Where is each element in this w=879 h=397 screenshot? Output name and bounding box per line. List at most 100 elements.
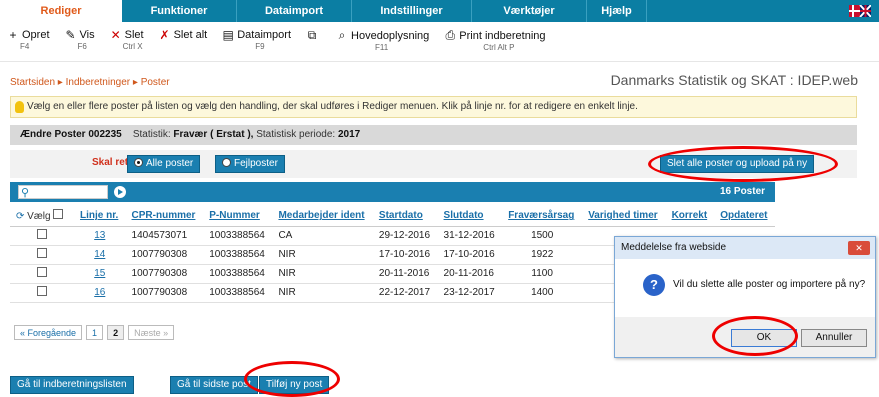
row-checkbox[interactable] bbox=[37, 248, 47, 258]
dialog-message: Vil du slette alle poster og importere p… bbox=[673, 279, 866, 290]
cell-aarsag: 1100 bbox=[502, 264, 583, 284]
cell-pnummer: 1003388564 bbox=[203, 245, 273, 265]
lightbulb-icon bbox=[15, 101, 24, 113]
radio-selected-icon bbox=[134, 158, 143, 167]
cell-medarbejder: NIR bbox=[272, 264, 373, 284]
cell-cpr: 1007790308 bbox=[125, 264, 204, 284]
cell-medarbejder: NIR bbox=[272, 245, 373, 265]
col-linje[interactable]: Linje nr. bbox=[74, 206, 126, 227]
cell-startdato: 17-10-2016 bbox=[372, 245, 438, 265]
col-slutdato[interactable]: Slutdato bbox=[437, 206, 503, 227]
cell-slutdato: 20-11-2016 bbox=[437, 264, 503, 284]
col-varighed[interactable]: Varighed timer bbox=[582, 206, 666, 227]
filter-errors-button[interactable]: Fejlposter bbox=[215, 155, 285, 173]
cell-aarsag: 1922 bbox=[502, 245, 583, 265]
printer-icon: ⎙ bbox=[445, 28, 456, 42]
crumb-poster[interactable]: Poster bbox=[141, 77, 170, 88]
tab-hjaelp[interactable]: Hjælp bbox=[587, 0, 647, 22]
toolbar: + Opret F4 ✎ Vis F6 ✕ Slet Ctrl X ✗ Slet alt ▤ D… bbox=[0, 22, 879, 62]
highlight-ring-add bbox=[244, 361, 340, 397]
crumb-startsiden[interactable]: Startsiden bbox=[10, 77, 55, 88]
language-flag-icon[interactable] bbox=[849, 5, 871, 17]
cell-slutdato: 23-12-2017 bbox=[437, 283, 503, 303]
row-checkbox[interactable] bbox=[37, 286, 47, 296]
tab-dataimport[interactable]: Dataimport bbox=[237, 0, 352, 22]
row-line-link[interactable]: 15 bbox=[74, 264, 126, 284]
search-doc-icon: ⌕ bbox=[338, 28, 346, 42]
brand-title: Danmarks Statistik og SKAT : IDEP.web bbox=[610, 72, 858, 88]
pencil-icon: ✎ bbox=[65, 28, 76, 42]
copy-button[interactable]: ⧉ bbox=[305, 28, 321, 43]
print-button[interactable]: ⎙ Print indberetning Ctrl Alt P bbox=[443, 28, 545, 52]
tab-indstillinger[interactable]: Indstillinger bbox=[352, 0, 472, 22]
row-checkbox[interactable] bbox=[37, 229, 47, 239]
cell-cpr: 1007790308 bbox=[125, 283, 204, 303]
tab-rediger[interactable]: Rediger bbox=[0, 0, 122, 22]
breadcrumb: Startsiden ▸ Indberetninger ▸ Poster bbox=[10, 77, 170, 88]
cell-slutdato: 31-12-2016 bbox=[437, 226, 503, 246]
cell-startdato: 20-11-2016 bbox=[372, 264, 438, 284]
cell-cpr: 1404573071 bbox=[125, 226, 204, 246]
col-opdateret[interactable]: Opdateret bbox=[714, 206, 775, 227]
cell-pnummer: 1003388564 bbox=[203, 226, 273, 246]
record-count: 16 Poster bbox=[720, 186, 766, 197]
opret-button[interactable]: + Opret F4 bbox=[6, 28, 49, 51]
pager-next: Næste » bbox=[128, 325, 175, 340]
cell-startdato: 29-12-2016 bbox=[372, 226, 438, 246]
cell-slutdato: 17-10-2016 bbox=[437, 245, 503, 265]
cancel-button[interactable]: Annuller bbox=[801, 329, 867, 347]
stat-label: Statistik: bbox=[132, 129, 171, 140]
search-input[interactable]: ⚲ bbox=[18, 185, 108, 199]
pager-prev[interactable]: « Foregående bbox=[14, 325, 83, 340]
col-pnummer[interactable]: P-Nummer bbox=[203, 206, 273, 227]
period-label: Statistisk periode: bbox=[256, 129, 336, 140]
cell-pnummer: 1003388564 bbox=[203, 283, 273, 303]
cell-cpr: 1007790308 bbox=[125, 245, 204, 265]
search-go-icon[interactable] bbox=[114, 186, 126, 198]
pagination: « Foregående 1 2 Næste » bbox=[14, 325, 178, 340]
highlight-ring-delete bbox=[648, 146, 838, 182]
slet-button[interactable]: ✕ Slet Ctrl X bbox=[109, 28, 144, 51]
col-medarbejder[interactable]: Medarbejder ident bbox=[272, 206, 373, 227]
import-icon: ▤ bbox=[222, 28, 234, 42]
cell-medarbejder: NIR bbox=[272, 283, 373, 303]
row-checkbox[interactable] bbox=[37, 267, 47, 277]
select-all-checkbox[interactable] bbox=[53, 209, 64, 220]
row-line-link[interactable]: 13 bbox=[74, 226, 126, 246]
col-cpr[interactable]: CPR-nummer bbox=[125, 206, 204, 227]
dataimport-button[interactable]: ▤ Dataimport F9 bbox=[221, 28, 291, 51]
edit-header: Ændre Poster 002235 Statistik: Fravær ( … bbox=[10, 125, 857, 145]
pager-page-1[interactable]: 1 bbox=[86, 325, 104, 340]
vis-button[interactable]: ✎ Vis F6 bbox=[64, 28, 94, 51]
refresh-icon[interactable]: ⟳ bbox=[16, 211, 24, 222]
col-fravaersaarsag[interactable]: Fraværsårsag bbox=[502, 206, 583, 227]
crumb-indberetninger[interactable]: Indberetninger bbox=[66, 77, 131, 88]
row-line-link[interactable]: 16 bbox=[74, 283, 126, 303]
tab-vaerktoejer[interactable]: Værktøjer bbox=[472, 0, 587, 22]
cell-aarsag: 1500 bbox=[502, 226, 583, 246]
question-icon: ? bbox=[643, 274, 665, 296]
cell-pnummer: 1003388564 bbox=[203, 264, 273, 284]
edit-title: Ændre Poster 002235 bbox=[20, 129, 122, 140]
close-icon[interactable]: ✕ bbox=[848, 241, 870, 255]
highlight-ring-ok bbox=[712, 316, 798, 356]
menu-tabs: Rediger Funktioner Dataimport Indstillin… bbox=[0, 0, 879, 22]
stat-value: Fravær ( Erstat ), bbox=[173, 129, 254, 140]
col-startdato[interactable]: Startdato bbox=[372, 206, 438, 227]
col-korrekt[interactable]: Korrekt bbox=[665, 206, 715, 227]
x-all-icon: ✗ bbox=[159, 28, 170, 42]
slet-alt-button[interactable]: ✗ Slet alt bbox=[158, 28, 208, 42]
cell-medarbejder: CA bbox=[272, 226, 373, 246]
cell-startdato: 22-12-2017 bbox=[372, 283, 438, 303]
pager-page-2: 2 bbox=[107, 325, 125, 340]
filter-all-button[interactable]: Alle poster bbox=[127, 155, 201, 173]
period-value: 2017 bbox=[337, 129, 361, 140]
plus-icon: + bbox=[9, 28, 17, 42]
x-icon: ✕ bbox=[110, 28, 121, 42]
hovedoplysning-button[interactable]: ⌕ Hovedoplysning F11 bbox=[335, 28, 430, 52]
row-line-link[interactable]: 14 bbox=[74, 245, 126, 265]
tab-funktioner[interactable]: Funktioner bbox=[122, 0, 237, 22]
copy-icon: ⧉ bbox=[307, 28, 317, 42]
back-to-list-button[interactable]: Gå til indberetningslisten bbox=[10, 376, 134, 394]
radio-icon bbox=[222, 158, 231, 167]
